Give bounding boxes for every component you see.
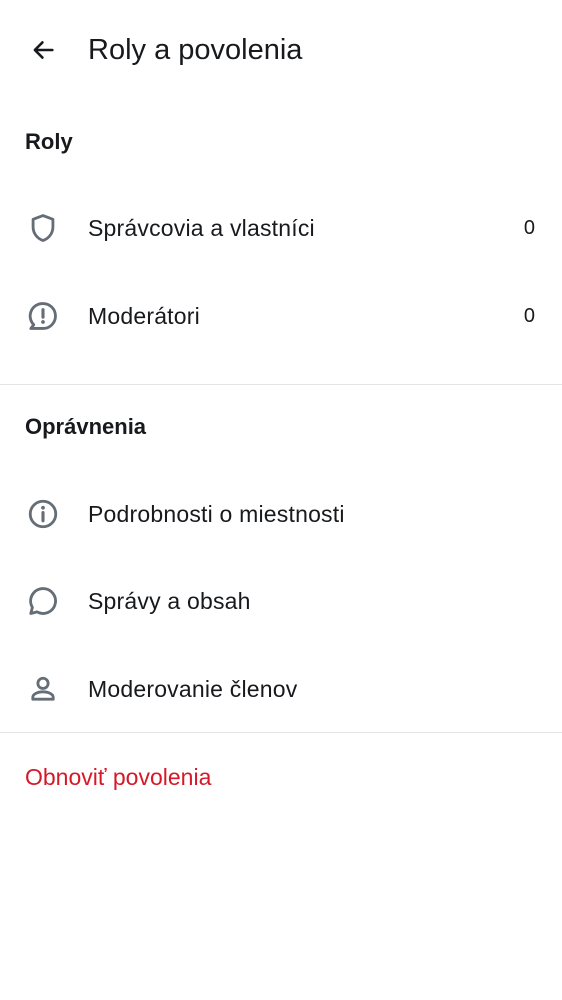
role-item-label: Moderátori <box>88 302 200 329</box>
back-button[interactable] <box>22 29 64 71</box>
permission-item-messages-content[interactable]: Správy a obsah <box>0 557 562 644</box>
arrow-left-icon <box>29 36 57 64</box>
shield-icon <box>24 209 62 247</box>
divider <box>0 732 562 733</box>
app-bar: Roly a povolenia <box>0 0 562 100</box>
permission-item-room-details[interactable]: Podrobnosti o miestnosti <box>0 470 562 557</box>
permission-item-member-moderation[interactable]: Moderovanie členov <box>0 645 562 732</box>
info-icon <box>24 495 62 533</box>
role-item-moderators[interactable]: Moderátori 0 <box>0 272 562 359</box>
report-bubble-icon <box>24 297 62 335</box>
permission-item-label: Moderovanie členov <box>88 675 298 702</box>
reset-permissions-button[interactable]: Obnoviť povolenia <box>25 762 211 792</box>
page-title: Roly a povolenia <box>88 34 303 66</box>
user-icon <box>24 670 62 708</box>
role-item-admins-owners[interactable]: Správcovia a vlastníci 0 <box>0 184 562 271</box>
permission-item-label: Správy a obsah <box>88 587 251 614</box>
role-count: 0 <box>523 216 535 239</box>
chat-bubble-icon <box>24 582 62 620</box>
divider <box>0 384 562 385</box>
section-header-roles: Roly <box>25 129 73 154</box>
section-header-permissions: Oprávnenia <box>25 414 147 439</box>
permission-item-label: Podrobnosti o miestnosti <box>88 500 345 527</box>
role-item-label: Správcovia a vlastníci <box>88 214 315 241</box>
role-count: 0 <box>523 304 535 327</box>
